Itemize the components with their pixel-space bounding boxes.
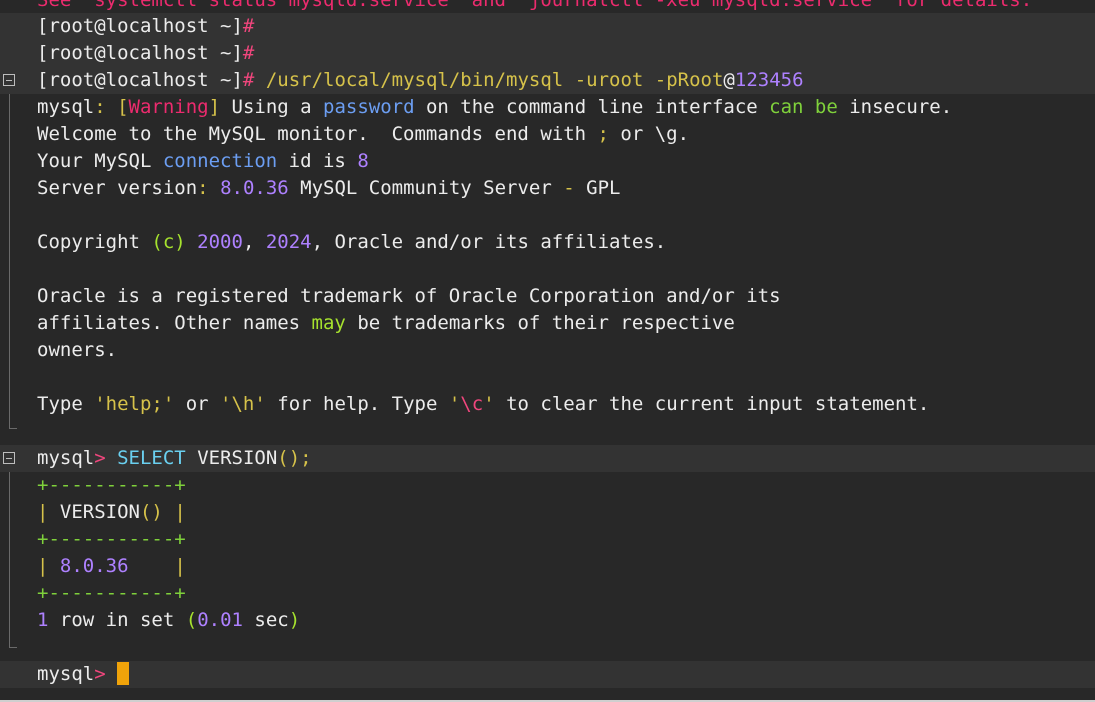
shell-prompt: [root@localhost ~] <box>37 42 243 64</box>
text-cursor[interactable] <box>116 662 129 685</box>
prompt-hash: # <box>242 15 255 37</box>
terminal-line: affiliates. Other names may be trademark… <box>37 312 735 334</box>
table-border: +-----------+ <box>37 474 186 496</box>
column-header: VERSION <box>48 501 140 523</box>
terminal-line: Welcome to the MySQL monitor. Commands e… <box>37 123 690 145</box>
systemctl-hint-text: See "systemctl status mysqld.service" an… <box>37 0 1033 11</box>
terminal-line: +-----------+ <box>0 472 1095 499</box>
mysql-command-path: /usr/local/mysql/bin/mysql <box>265 69 564 91</box>
terminal-line: Type 'help;' or '\h' for help. Type '\c'… <box>37 393 930 415</box>
table-border: +-----------+ <box>37 582 186 604</box>
table-border: +-----------+ <box>37 528 186 550</box>
terminal-line: [root@localhost ~]# <box>0 13 1095 40</box>
terminal-line: Oracle is a registered trademark of Orac… <box>37 285 781 307</box>
user-arg: -uroot <box>574 69 644 91</box>
active-input-line[interactable]: mysql> <box>0 661 1095 688</box>
server-version: 8.0.36 <box>220 177 289 199</box>
sql-keyword: SELECT <box>117 447 186 469</box>
terminal-line: See "systemctl status mysqld.service" an… <box>0 0 1095 14</box>
terminal-line: +-----------+ <box>0 580 1095 607</box>
row-count: 1 <box>37 609 49 631</box>
at-sign: @ <box>723 69 735 91</box>
terminal-line: mysql: [Warning] Using a password on the… <box>37 96 953 118</box>
connection-id: 8 <box>357 150 369 172</box>
warning-label: Warning <box>128 96 209 118</box>
fold-toggle-icon[interactable] <box>3 74 15 86</box>
shell-prompt: [root@localhost ~] <box>37 69 243 91</box>
mysql-prompt: mysql <box>37 663 95 685</box>
prompt-hash: # <box>242 69 255 91</box>
mysql-prompt: mysql <box>37 447 95 469</box>
terminal-window[interactable]: See "systemctl status mysqld.service" an… <box>0 0 1095 702</box>
fold-toggle-icon[interactable] <box>3 452 15 464</box>
shell-prompt: [root@localhost ~] <box>37 15 243 37</box>
terminal-line: 1 row in set (0.01 sec) <box>37 609 301 631</box>
terminal-line: mysql> SELECT VERSION(); <box>0 445 1095 472</box>
terminal-line: | 8.0.36 | <box>37 555 186 577</box>
version-value: 8.0.36 <box>59 555 129 577</box>
password-arg: -pRoot <box>654 69 724 91</box>
terminal-line: | VERSION() | <box>37 501 186 523</box>
terminal-line: owners. <box>37 339 118 361</box>
terminal-line: Your MySQL connection id is 8 <box>37 150 369 172</box>
terminal-line: [root@localhost ~]# /usr/local/mysql/bin… <box>0 67 1095 94</box>
terminal-line: [root@localhost ~]# <box>0 40 1095 67</box>
password-digits: 123456 <box>734 69 804 91</box>
terminal-line: Copyright (c) 2000, 2024, Oracle and/or … <box>37 231 667 253</box>
prompt-hash: # <box>242 42 255 64</box>
query-time: 0.01 <box>197 609 243 631</box>
terminal-line: +-----------+ <box>0 526 1095 553</box>
terminal-line: Server version: 8.0.36 MySQL Community S… <box>37 177 621 199</box>
